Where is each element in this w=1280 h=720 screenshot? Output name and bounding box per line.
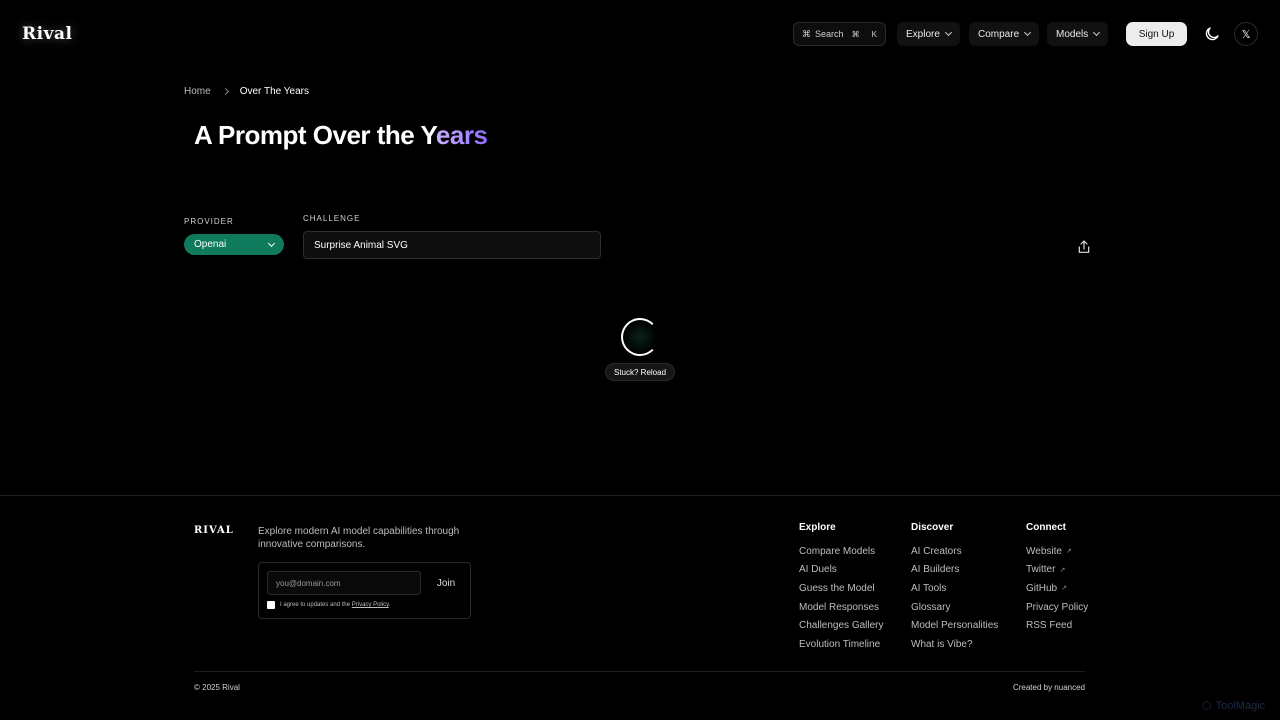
chevron-down-icon: [1093, 28, 1101, 37]
chevron-right-icon: [221, 87, 229, 96]
breadcrumb-home[interactable]: Home: [184, 86, 211, 97]
footer-link[interactable]: RSS Feed: [1026, 616, 1088, 635]
footer-explore-column: Explore Compare Models AI Duels Guess th…: [799, 522, 884, 654]
x-icon: 𝕏: [1241, 28, 1251, 41]
sign-up-button[interactable]: Sign Up: [1126, 22, 1187, 46]
footer-link-website[interactable]: Website ↗: [1026, 542, 1088, 561]
footer-link[interactable]: Glossary: [911, 598, 998, 617]
breadcrumb: Home Over The Years: [184, 86, 309, 97]
reload-button[interactable]: Stuck? Reload: [605, 363, 675, 381]
search-shortcut: ⌘ K: [851, 29, 877, 39]
search-button[interactable]: ⌘ Search ⌘ K: [793, 22, 886, 46]
footer-discover-column: Discover AI Creators AI Builders AI Tool…: [911, 522, 998, 654]
share-icon[interactable]: [1076, 239, 1092, 255]
footer-logo[interactable]: RIVAL: [194, 525, 234, 536]
footer-link[interactable]: AI Duels: [799, 561, 884, 580]
agree-text: I agree to updates and the Privacy Polic…: [280, 602, 391, 608]
join-button[interactable]: Join: [429, 571, 463, 595]
footer-link-twitter[interactable]: Twitter ↗: [1026, 561, 1088, 580]
agree-checkbox[interactable]: [267, 601, 275, 609]
hexagon-icon: ⬡: [1202, 700, 1212, 712]
footer-link[interactable]: Compare Models: [799, 542, 884, 561]
footer-link[interactable]: Model Responses: [799, 598, 884, 617]
x-social-button[interactable]: 𝕏: [1234, 22, 1258, 46]
footer-description: Explore modern AI model capabilities thr…: [258, 526, 460, 550]
chevron-down-icon: [944, 28, 952, 37]
newsletter-form: Join I agree to updates and the Privacy …: [258, 562, 471, 619]
privacy-policy-link[interactable]: Privacy Policy: [352, 602, 389, 608]
footer-link-github[interactable]: GitHub ↗: [1026, 579, 1088, 598]
footer-connect-column: Connect Website ↗ Twitter ↗ GitHub ↗ Privac…: [1026, 522, 1088, 635]
breadcrumb-current: Over The Years: [239, 86, 309, 97]
copyright: © 2025 Rival: [194, 683, 240, 692]
footer-link[interactable]: Privacy Policy: [1026, 598, 1088, 617]
external-link-icon: ↗: [1059, 566, 1066, 574]
footer-link[interactable]: AI Tools: [911, 579, 998, 598]
loading-spinner: [621, 318, 659, 356]
footer-link[interactable]: Guess the Model: [799, 579, 884, 598]
challenge-label: CHALLENGE: [303, 214, 361, 223]
nav-compare[interactable]: Compare: [969, 22, 1040, 46]
watermark: ⬡ ToolMagic: [1202, 699, 1266, 713]
challenge-select[interactable]: Surprise Animal SVG: [303, 231, 601, 259]
provider-select[interactable]: Openai: [184, 234, 284, 255]
footer-link[interactable]: Evolution Timeline: [799, 635, 884, 654]
footer-column-title: Connect: [1026, 522, 1066, 533]
agree-checkbox-row: I agree to updates and the Privacy Polic…: [267, 601, 390, 609]
command-icon: ⌘: [802, 28, 811, 39]
provider-label: PROVIDER: [184, 217, 234, 226]
footer-column-title: Discover: [911, 522, 954, 533]
nav-explore[interactable]: Explore: [897, 22, 960, 46]
external-link-icon: ↗: [1061, 585, 1067, 593]
email-input[interactable]: [267, 571, 421, 595]
external-link-icon: ↗: [1065, 548, 1072, 556]
rival-logo[interactable]: Rival: [22, 24, 72, 44]
chevron-down-icon: [1024, 28, 1032, 37]
nav-models[interactable]: Models: [1047, 22, 1109, 46]
search-label: Search: [815, 29, 844, 39]
footer-link[interactable]: Challenges Gallery: [799, 616, 884, 635]
page-title: A Prompt Over the Years: [194, 120, 488, 150]
footer-link[interactable]: AI Creators: [911, 542, 998, 561]
created-by[interactable]: Created by nuanced: [1013, 683, 1085, 692]
footer-link[interactable]: Model Personalities: [911, 616, 998, 635]
chevron-down-icon: [267, 239, 276, 247]
footer-bottom-divider: [194, 671, 1085, 672]
footer-link[interactable]: AI Builders: [911, 561, 998, 580]
footer-column-title: Explore: [799, 522, 836, 533]
footer-divider: [0, 495, 1280, 496]
footer-link[interactable]: What is Vibe?: [911, 635, 998, 654]
moon-icon[interactable]: [1203, 25, 1221, 43]
